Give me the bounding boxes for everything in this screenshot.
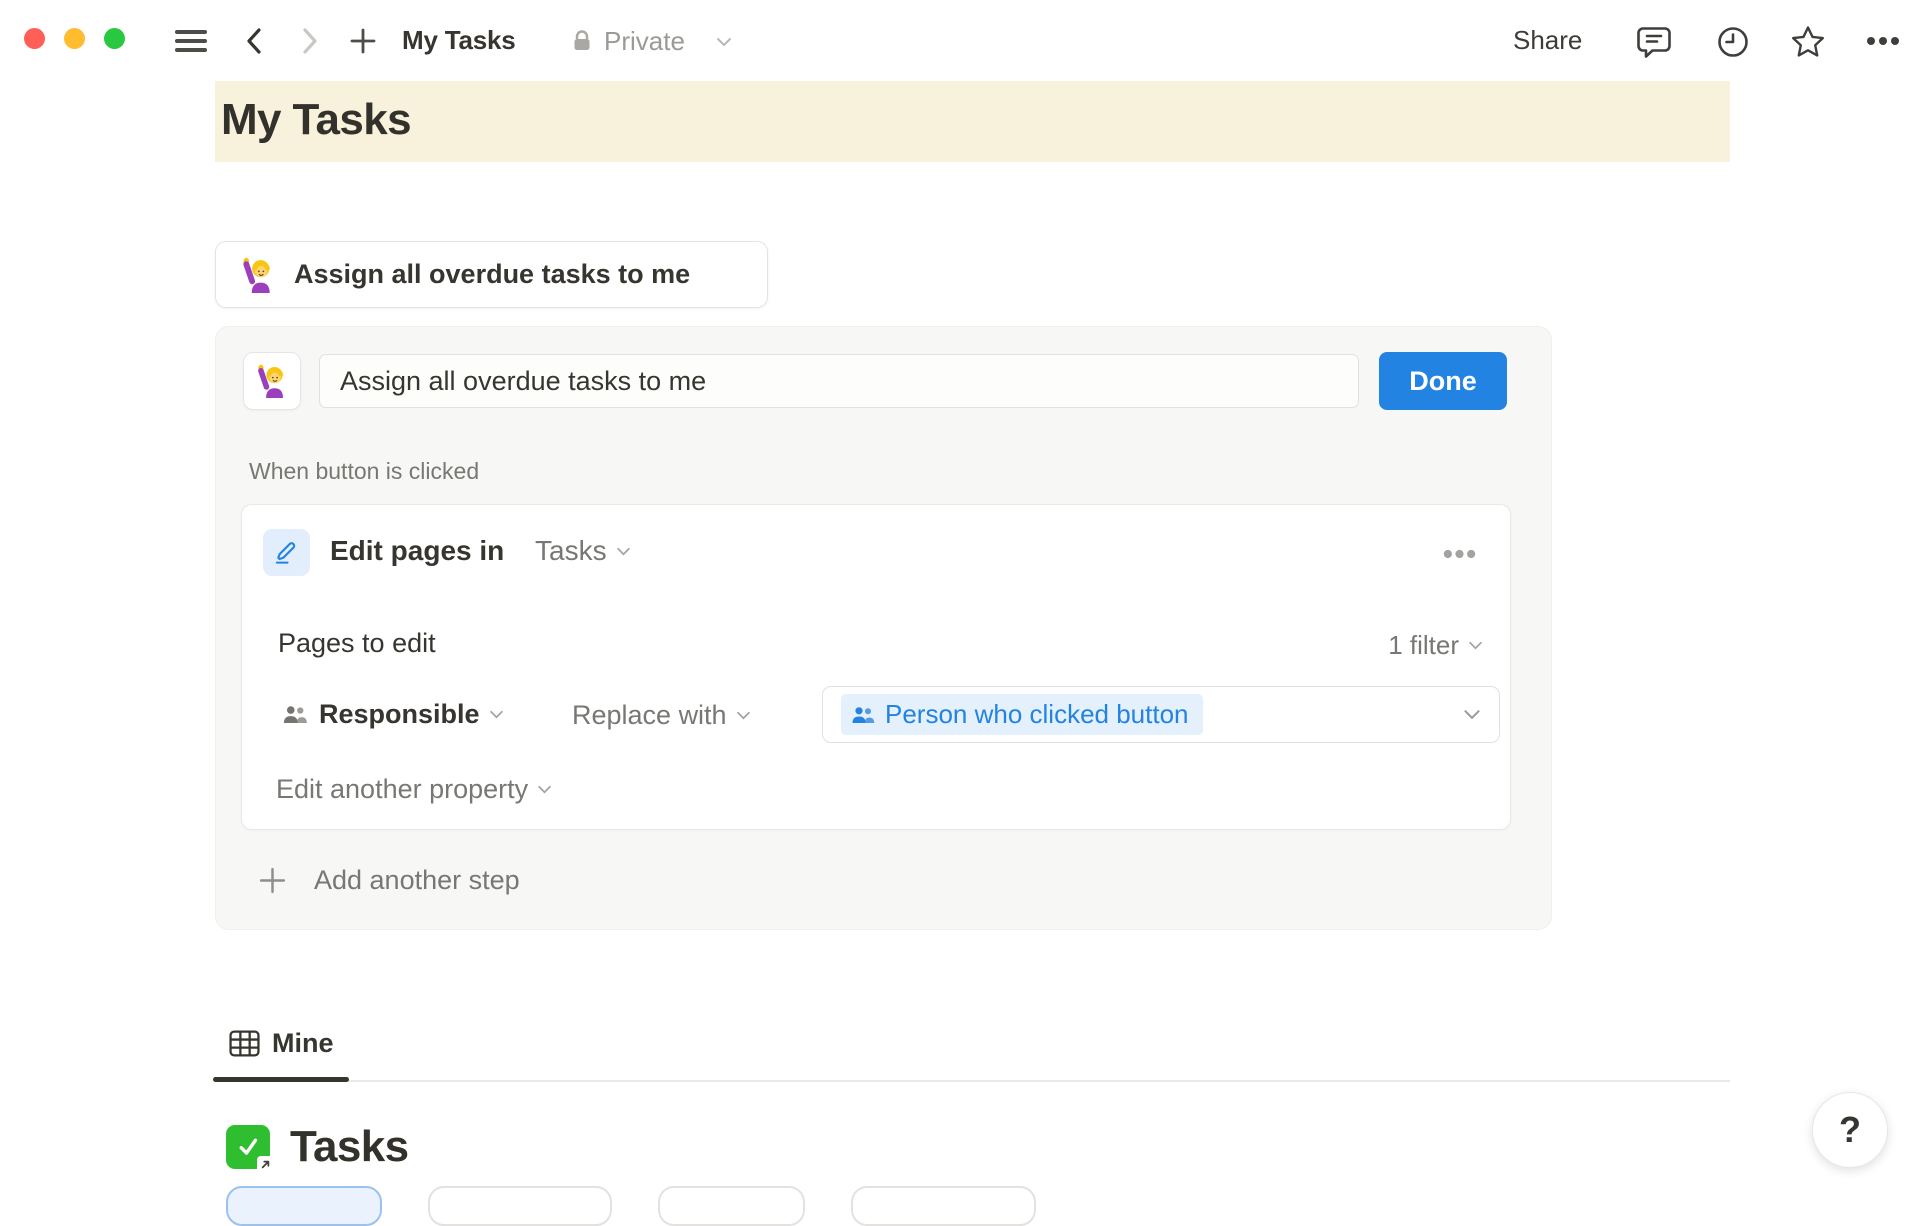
favorite-button[interactable]: [1790, 24, 1826, 60]
filter-pill[interactable]: [226, 1186, 382, 1226]
chevron-left-icon: [243, 27, 265, 55]
check-mark-emoji: [226, 1125, 270, 1169]
emoji-picker-button[interactable]: [243, 352, 301, 410]
edit-another-property-dropdown[interactable]: Edit another property: [276, 774, 552, 805]
button-name-input[interactable]: [319, 354, 1359, 408]
comments-button[interactable]: [1636, 25, 1672, 59]
property-dropdown[interactable]: Responsible: [319, 699, 504, 730]
property-name: Responsible: [319, 699, 480, 730]
edit-pages-step-tile: [263, 529, 310, 576]
updates-button[interactable]: [1716, 25, 1750, 59]
filter-summary: 1 filter: [1388, 630, 1459, 661]
people-icon: [282, 705, 308, 724]
forward-button[interactable]: [299, 27, 321, 55]
chevron-right-icon: [299, 27, 321, 55]
target-database-dropdown[interactable]: Tasks: [535, 535, 631, 567]
privacy-dropdown[interactable]: Private: [604, 26, 685, 57]
filter-pill[interactable]: [851, 1186, 1036, 1226]
more-button[interactable]: [1866, 36, 1900, 46]
target-database-label: Tasks: [535, 535, 607, 567]
person-chip-label: Person who clicked button: [885, 699, 1189, 730]
active-tab-underline: [213, 1077, 349, 1082]
people-icon: [851, 706, 875, 724]
hamburger-icon: [174, 27, 208, 55]
button-editor-panel: Done When button is clicked Edit pages i…: [215, 326, 1552, 930]
page-title[interactable]: My Tasks: [221, 95, 411, 145]
add-step-button[interactable]: Add another step: [257, 865, 520, 896]
section-divider: [215, 1080, 1730, 1082]
breadcrumb-page-title[interactable]: My Tasks: [402, 25, 516, 56]
comment-icon: [1636, 25, 1672, 59]
edit-another-property-label: Edit another property: [276, 774, 528, 805]
chevron-down-icon: [616, 547, 631, 556]
lock-icon: [572, 29, 592, 53]
filter-pill[interactable]: [658, 1186, 805, 1226]
view-tab-mine[interactable]: Mine: [229, 1028, 334, 1059]
database-title: Tasks: [290, 1122, 409, 1172]
sidebar-toggle-button[interactable]: [174, 27, 208, 55]
pages-to-edit-label: Pages to edit: [278, 628, 436, 659]
star-icon: [1790, 24, 1826, 60]
operation-label: Replace with: [572, 700, 727, 731]
automation-button-label: Assign all overdue tasks to me: [294, 259, 690, 290]
table-icon: [229, 1030, 260, 1057]
linked-database-arrow-icon: [257, 1156, 274, 1173]
window-close-button[interactable]: [24, 28, 45, 49]
operation-dropdown[interactable]: Replace with: [572, 700, 751, 731]
chevron-down-icon: [716, 37, 732, 47]
filter-pill[interactable]: [428, 1186, 612, 1226]
chevron-down-icon: [489, 710, 504, 719]
page-banner: My Tasks: [215, 81, 1730, 162]
plus-icon: [349, 27, 377, 55]
database-title-block[interactable]: Tasks: [226, 1122, 409, 1172]
add-step-label: Add another step: [314, 865, 520, 896]
window-zoom-button[interactable]: [104, 28, 125, 49]
chevron-down-icon: [1468, 641, 1483, 650]
chevron-down-icon: [736, 711, 751, 720]
view-tab-label: Mine: [272, 1028, 334, 1059]
plus-icon: [257, 865, 288, 896]
automation-button[interactable]: Assign all overdue tasks to me: [215, 241, 768, 308]
woman-raising-hand-emoji: [255, 364, 289, 398]
person-chip: Person who clicked button: [841, 694, 1203, 735]
automation-step-card: Edit pages in Tasks Pages to edit 1 filt…: [241, 504, 1511, 830]
topbar: My Tasks Private Share: [0, 0, 1920, 81]
chevron-down-icon: [537, 785, 552, 794]
step-action-label: Edit pages in: [330, 535, 504, 567]
woman-raising-hand-emoji: [240, 257, 276, 293]
new-page-button[interactable]: [349, 27, 377, 55]
back-button[interactable]: [243, 27, 265, 55]
pencil-icon: [273, 539, 300, 566]
help-button[interactable]: ?: [1812, 1092, 1888, 1168]
clock-icon: [1716, 25, 1750, 59]
ellipsis-icon: [1866, 36, 1900, 46]
step-more-button[interactable]: [1443, 549, 1476, 559]
done-button[interactable]: Done: [1379, 352, 1507, 410]
filter-dropdown[interactable]: 1 filter: [1388, 630, 1483, 661]
chevron-down-icon: [1463, 709, 1481, 720]
trigger-label: When button is clicked: [249, 458, 479, 485]
share-button[interactable]: Share: [1513, 25, 1582, 56]
window-minimize-button[interactable]: [64, 28, 85, 49]
value-select[interactable]: Person who clicked button: [822, 686, 1500, 743]
ellipsis-icon: [1443, 549, 1476, 559]
